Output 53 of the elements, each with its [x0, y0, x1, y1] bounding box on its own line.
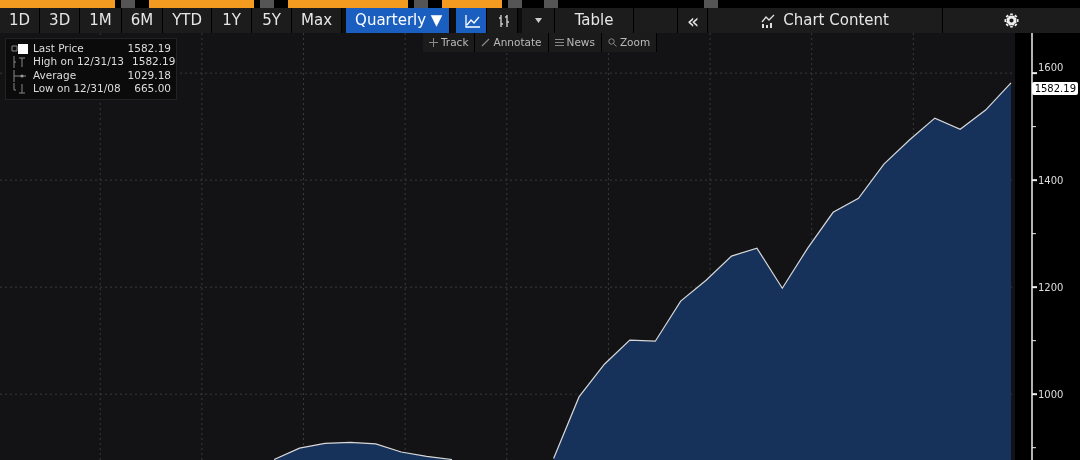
- legend-label: High on 12/31/13: [33, 54, 125, 70]
- dropdown-icon[interactable]: [414, 0, 428, 8]
- period-tab[interactable]: YTD: [163, 8, 213, 33]
- legend-label: Low on 12/31/08: [33, 81, 122, 97]
- axis-label: 1200: [1038, 282, 1064, 294]
- legend-value: 1582.19: [127, 40, 171, 56]
- legend-label: Average: [33, 67, 78, 83]
- field-selector[interactable]: [288, 0, 408, 8]
- tool-button[interactable]: Track: [423, 33, 476, 52]
- search-icon: [607, 38, 617, 47]
- chart-icon: [761, 13, 776, 28]
- line-chart-button[interactable]: [456, 8, 488, 33]
- caret-icon: [534, 18, 542, 23]
- dropdown-icon[interactable]: [508, 0, 522, 8]
- chart-content-button[interactable]: Chart Content: [708, 8, 944, 33]
- period-tab[interactable]: 3D: [40, 8, 81, 33]
- legend-value: 665.00: [134, 81, 171, 97]
- chart-type-dropdown[interactable]: [522, 8, 556, 33]
- series-swatch-icon: [11, 42, 29, 55]
- end-date-field[interactable]: [149, 0, 254, 8]
- bar-chart-button[interactable]: [487, 8, 519, 33]
- tool-button[interactable]: Zoom: [601, 33, 658, 52]
- period-tab[interactable]: 1D: [0, 8, 41, 33]
- pencil-icon: [481, 38, 491, 47]
- period-tab[interactable]: 6M: [121, 8, 164, 33]
- axis-label: 1000: [1038, 389, 1064, 401]
- tool-button[interactable]: Annotate: [475, 33, 549, 52]
- checkbox[interactable]: [544, 0, 558, 8]
- interval-dropdown[interactable]: Quarterly ▼: [346, 8, 451, 33]
- line-chart-icon: [465, 13, 482, 28]
- start-date-field[interactable]: [0, 0, 115, 8]
- table-button[interactable]: Table: [555, 8, 635, 33]
- crosshair-icon: [429, 38, 438, 47]
- period-tab[interactable]: Max: [292, 8, 343, 33]
- tool-button[interactable]: News: [548, 33, 602, 52]
- axis-label: 1600: [1038, 62, 1064, 74]
- period-tab[interactable]: 5Y: [252, 8, 293, 33]
- average-marker-icon: [11, 69, 29, 82]
- settings-icon: [1004, 13, 1020, 28]
- period-tab[interactable]: 1Y: [212, 8, 253, 33]
- calendar-icon[interactable]: [260, 0, 274, 8]
- collapse-button[interactable]: «: [678, 8, 709, 33]
- checkbox[interactable]: [704, 0, 718, 8]
- list-icon: [554, 38, 564, 47]
- calendar-icon[interactable]: [121, 0, 135, 8]
- settings-button[interactable]: [943, 8, 1080, 33]
- price-tag: 1582.19: [1031, 81, 1078, 95]
- period-tab[interactable]: 1M: [80, 8, 122, 33]
- legend-value: 1582.19: [132, 54, 176, 70]
- currency-field[interactable]: [442, 0, 502, 8]
- axis-label: 1400: [1038, 175, 1064, 187]
- legend-label: Last Price: [33, 40, 85, 56]
- legend-value: 1029.18: [127, 67, 171, 83]
